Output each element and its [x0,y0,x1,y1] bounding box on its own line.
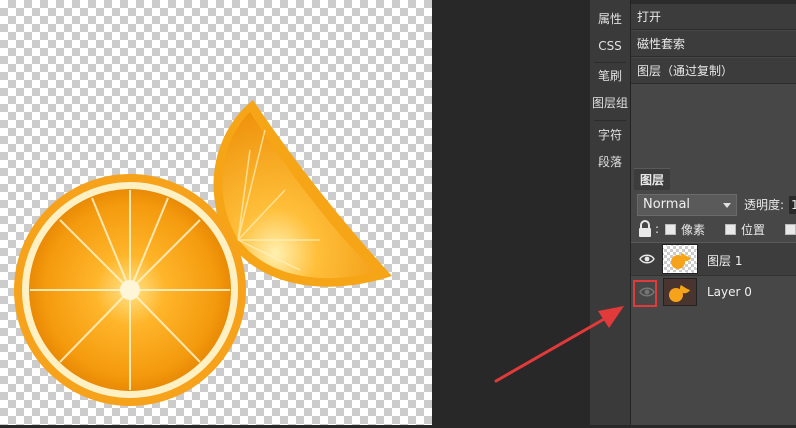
side-tab-divider [594,120,626,121]
lock-all-checkbox[interactable] [785,224,796,235]
layer-name: Layer 0 [707,285,752,299]
tab-layers[interactable]: 图层 [634,168,671,191]
tab-properties[interactable]: 属性 [590,8,630,30]
orange-slices-image [14,100,392,406]
blend-mode-value: Normal [643,197,691,212]
opacity-input[interactable]: 1 [789,196,796,214]
tab-character[interactable]: 字符 [590,124,630,146]
lock-pixels-checkbox[interactable] [665,224,676,235]
right-panel: 打开 磁性套索 图层（通过复制） 图层 Normal 透明度: 1 : 像素 位… [631,0,796,425]
orange-thumbnail-image [664,279,696,305]
tab-paragraph[interactable]: 段落 [590,151,630,173]
history-item-open[interactable]: 打开 [631,4,796,30]
lock-pixels-label: 像素 [681,223,706,237]
side-tab-divider [594,62,626,63]
orange-thumbnail-image [671,253,691,269]
tab-css[interactable]: CSS [590,35,630,57]
layer-thumbnail [662,244,698,274]
chevron-down-icon [723,203,731,208]
lock-colon: : [655,222,660,236]
tab-brushes[interactable]: 笔刷 [590,65,630,87]
lock-icon [639,220,651,237]
tab-layer-groups[interactable]: 图层组 [590,92,630,114]
layer-thumbnail [663,278,697,306]
orange-round-slice [14,174,246,406]
workspace-gap [432,0,590,425]
history-item-layer-via-copy[interactable]: 图层（通过复制） [631,58,796,84]
lock-position-label: 位置 [741,223,766,237]
document-canvas[interactable] [0,0,432,425]
side-tab-strip: 属性 CSS 笔刷 图层组 字符 段落 [590,0,631,425]
eye-icon[interactable] [639,253,655,265]
layer-row-layer-1[interactable]: 图层 1 [631,242,796,276]
lock-position-checkbox[interactable] [725,224,736,235]
layer-name: 图层 1 [707,254,743,268]
annotation-highlight-box [633,280,657,307]
opacity-label: 透明度: [744,198,785,212]
history-item-magnetic-lasso[interactable]: 磁性套索 [631,31,796,57]
blend-mode-select[interactable]: Normal [637,194,737,216]
